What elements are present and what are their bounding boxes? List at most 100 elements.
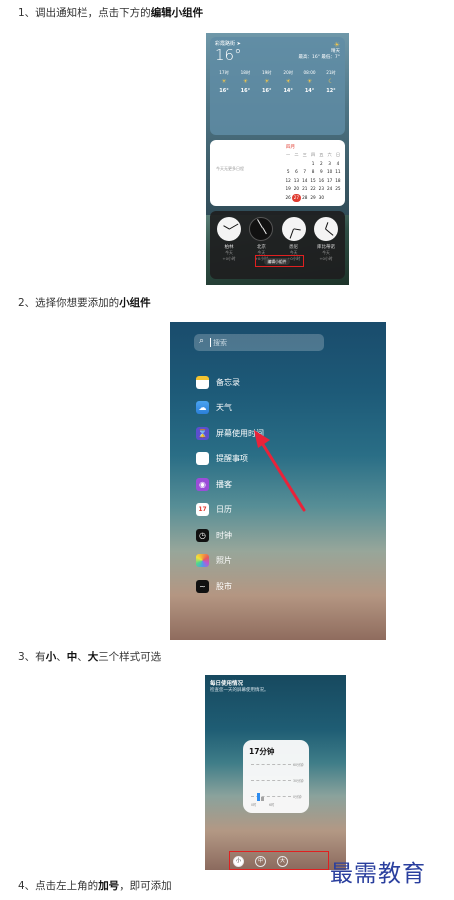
step-3-sep-1: 、 [56,651,67,663]
widget-description: 检查您一天的屏幕使用情况。 [210,688,269,693]
weekday-header: 二 [294,152,299,157]
pointer-arrow [254,430,306,512]
weekday-header: 三 [302,152,307,157]
widget-size-screenshot: 每日使用情况 检查您一天的屏幕使用情况。 17分钟 60分钟 30分钟 0分钟 … [205,675,346,870]
step-2-text: 2、选择你想要添加的小组件 [18,296,151,310]
calendar-day: 26 [285,194,291,200]
calendar-day: 24 [326,186,333,191]
clock-face-icon [281,217,306,241]
calendar-day [292,160,300,169]
calendar-day: 15 [310,177,316,183]
clock-face-icon [217,217,241,241]
axis-label: 6时 [269,803,275,807]
axis-label: 0时 [251,803,257,807]
step-1-prefix: 1、调出通知栏，点击下方的 [18,7,151,19]
calendar-day: 17 [326,177,333,183]
calendar-day: 29 [310,194,316,200]
hour-temp: 16° [219,88,229,94]
sun-icon: ☀ [333,41,340,49]
step-3-large: 大 [87,651,99,663]
world-clock: 柏林 今天 +0小时 [214,217,244,262]
calendar-day: 19 [285,186,291,191]
calendar-day: 6 [295,169,298,174]
calendar-day [325,194,333,203]
calendar-day: 14 [302,177,308,183]
clock-offset: +0小时 [222,256,236,261]
calendar-day: 4 [336,160,340,166]
widget-title: 每日使用情况 [210,681,244,687]
calendar-day: 1 [311,160,315,166]
calendar-day [301,160,309,169]
calendar-day: 2 [320,160,323,166]
calendar-month: 四月 [286,145,295,150]
clock-face-icon [313,217,338,241]
step-3-text: 3、有小、中、大三个样式可选 [18,650,161,664]
calendar-day: 12 [285,177,291,183]
hour-temp: 14° [304,88,315,94]
world-clock-widget[interactable]: 柏林 今天 +0小时 北京 今天 +0小时 悉尼 今天 +0小时 库比蒂诺 今天… [210,211,345,279]
step-1-bold: 编辑小组件 [150,7,204,19]
calendar-day: 23 [318,186,324,191]
hour-temp: 12° [326,88,336,94]
weather-hourly: 17时 ☀ 16° 18时 ☀ 16° 19时 ☀ 16° 20时 ☀ 14° 08:0… [215,70,340,94]
calendar-day: 13 [293,177,300,183]
gridline [251,764,291,765]
hour-temp: 14° [283,88,293,94]
calendar-day: 28 [302,194,308,200]
calendar-day [284,160,292,169]
weekday-header: 六 [327,152,332,157]
weather-widget[interactable]: 彩霞路街 ➤ 16° ☀ 晴天 最高：16° 最低：7° 17时 ☀ 16° 18… [210,37,345,135]
calendar-widget[interactable]: 今天无更多日程 四月 一二三四五六日 1 2 3 4 5 6 7 8 9 10 11 12 13 14 15 1… [210,140,345,206]
weekday-header: 五 [319,152,324,157]
gridline-label: 30分钟 [293,779,304,783]
hourly-forecast-item: 17时 ☀ 16° [215,70,233,94]
world-clock: 库比蒂诺 今天 +0小时 [311,217,341,262]
calendar-day: 3 [328,160,331,166]
step-3-sep-2: 、 [77,651,88,663]
calendar-day: 20 [293,186,300,191]
screen-time-widget-preview[interactable]: 17分钟 60分钟 30分钟 0分钟 0时 6时 [243,740,309,813]
step-3-prefix: 3、有 [18,651,46,663]
step-4-suffix: ，即可添加 [119,880,172,892]
calendar-day: 16 [318,177,324,183]
highlight-box [255,255,304,267]
gridline-label: 60分钟 [293,763,304,767]
calendar-day: 5 [286,169,290,174]
weekday-header: 日 [335,152,341,157]
calendar-day: 9 [320,169,323,174]
step-4-prefix: 4、点击左上角的 [18,880,99,892]
weekday-header: 四 [310,152,316,157]
calendar-day: 21 [302,186,308,191]
calendar-grid: 一二三四五六日 1 2 3 4 5 6 7 8 9 10 11 12 13 14 15 16 17 18 19 20 21… [284,151,342,202]
calendar-day: 25 [335,186,341,191]
step-3-small: 小 [45,651,57,663]
hour-temp: 16° [262,88,272,94]
gridline-label: 0分钟 [293,795,302,799]
step-3-suffix: 三个样式可选 [98,651,162,663]
step-1-text: 1、调出通知栏，点击下方的编辑小组件 [18,6,203,20]
widget-gallery-screenshot: ⌕ 搜索 备忘录 ☁ 天气 ⌛ 屏幕使用时间 提醒事项 ◉ 播客 17 日历 ◷ 时钟 照… [170,322,386,640]
calendar-day: 10 [326,169,333,174]
step-3-medium: 中 [66,651,78,663]
calendar-day [334,194,342,203]
hourly-forecast-item: 20时 ☀ 14° [279,70,297,94]
calendar-note: 今天无更多日程 [216,166,244,171]
calendar-today: 27 [292,193,301,202]
gridline [251,780,291,781]
sun-icon: ☀ [285,78,291,85]
usage-bar [257,793,260,801]
notification-center-screenshot: 彩霞路街 ➤ 16° ☀ 晴天 最高：16° 最低：7° 17时 ☀ 16° 18… [206,33,349,285]
calendar-day: 7 [303,169,307,174]
step-4-bold: 加号 [98,880,120,892]
clock-offset: +0小时 [319,256,333,261]
usage-bar [261,797,264,801]
hourly-forecast-item: 18时 ☀ 16° [236,70,254,94]
screen-time-value: 17分钟 [249,747,275,756]
sun-icon: ☀ [242,78,249,85]
weekday-header: 一 [286,152,291,157]
sun-icon: ☀ [264,78,270,85]
calendar-day: 18 [335,177,341,183]
calendar-day: 30 [318,194,324,200]
clock-face-icon [249,217,274,241]
weather-condition: 晴天 最高：16° 最低：7° [298,49,340,61]
